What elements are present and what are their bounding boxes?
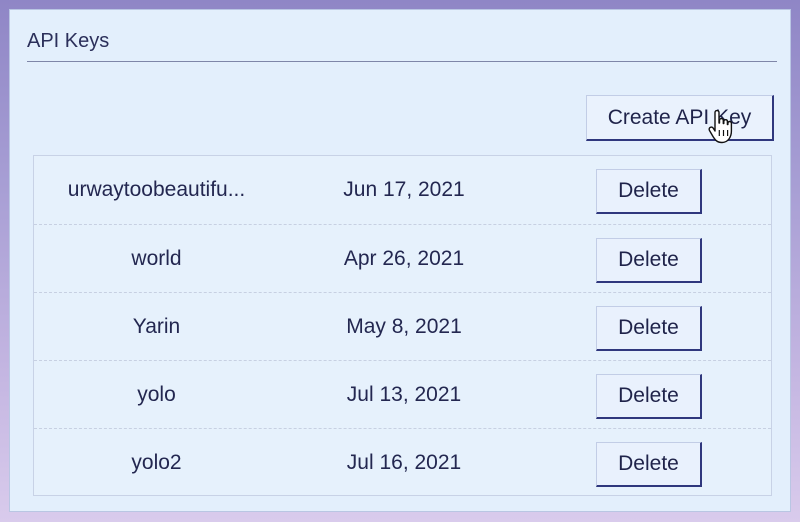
- key-name: yolo2: [131, 450, 182, 474]
- hand-pointer-cursor-icon: [708, 110, 733, 144]
- delete-button[interactable]: Delete: [596, 238, 702, 283]
- table-row: yolo2 Jul 16, 2021 Delete: [34, 428, 771, 496]
- delete-button[interactable]: Delete: [596, 442, 702, 487]
- key-date: Jul 16, 2021: [346, 450, 462, 474]
- key-date: Apr 26, 2021: [343, 246, 465, 270]
- panel-title: API Keys: [27, 30, 110, 52]
- table-row: yolo Jul 13, 2021 Delete: [34, 360, 771, 428]
- api-keys-panel: API Keys Create API Key urwaytoobeautifu…: [9, 9, 791, 512]
- delete-button[interactable]: Delete: [596, 169, 702, 214]
- table-row: Yarin May 8, 2021 Delete: [34, 292, 771, 360]
- key-name: urwaytoobeautifu...: [67, 178, 246, 201]
- delete-button[interactable]: Delete: [596, 306, 702, 351]
- key-date: Jun 17, 2021: [343, 178, 465, 201]
- create-api-key-button[interactable]: Create API Key: [586, 95, 774, 141]
- api-keys-table: urwaytoobeautifu... Jun 17, 2021 Delete …: [33, 155, 772, 496]
- key-name: world: [131, 246, 182, 270]
- key-date: Jul 13, 2021: [346, 382, 462, 406]
- key-date: May 8, 2021: [346, 314, 462, 338]
- key-name: Yarin: [132, 314, 181, 338]
- key-name: yolo: [137, 382, 176, 406]
- delete-button[interactable]: Delete: [596, 374, 702, 419]
- title-divider: [27, 61, 777, 62]
- table-row: world Apr 26, 2021 Delete: [34, 224, 771, 292]
- table-row: urwaytoobeautifu... Jun 17, 2021 Delete: [34, 156, 771, 224]
